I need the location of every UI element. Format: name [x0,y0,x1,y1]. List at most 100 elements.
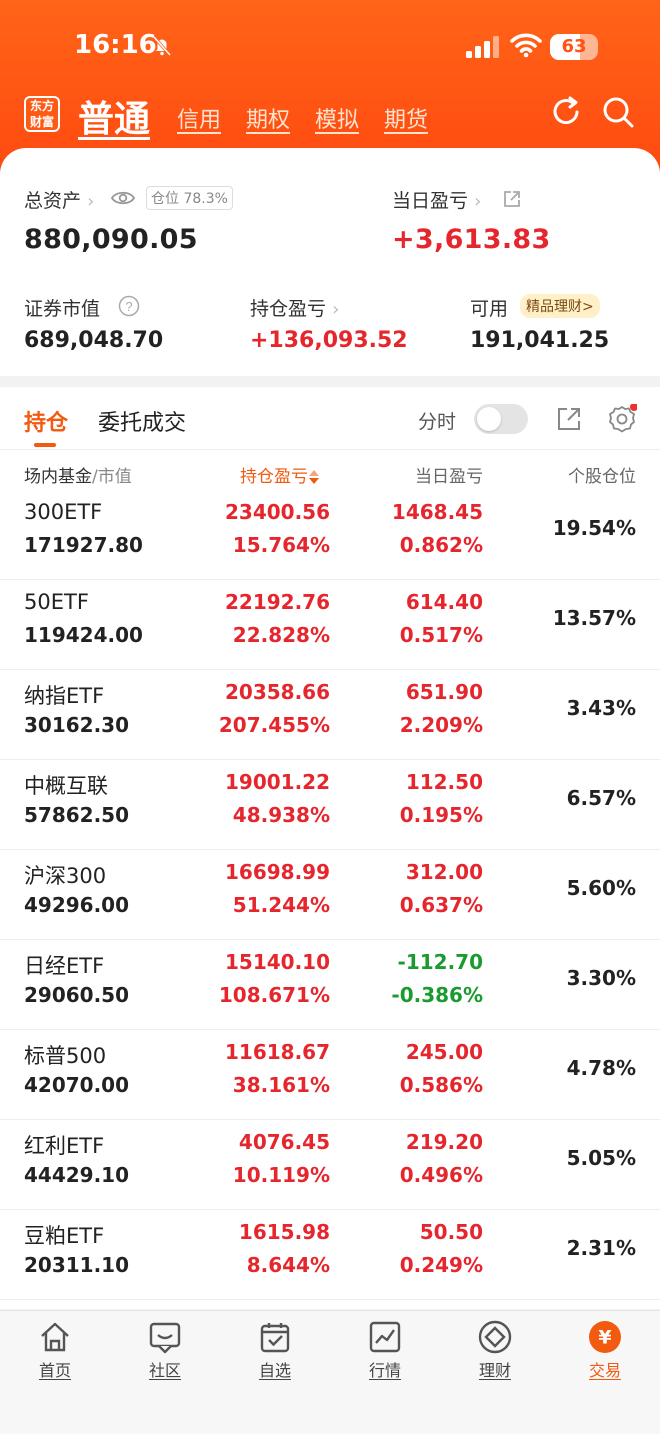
holding-pl-pct: 22.828% [232,623,330,647]
daily-pl-pct: 0.496% [399,1163,483,1187]
holding-pl: 16698.99 [224,860,330,884]
refresh-icon[interactable] [548,94,584,134]
bottom-tab-wealth[interactable]: 理财 [440,1319,550,1389]
bottom-tab-market[interactable]: 行情 [330,1319,440,1389]
fund-market-value: 20311.10 [24,1253,130,1277]
bottom-tab-watchlist[interactable]: 自选 [220,1319,330,1389]
status-bar: 16:16 63 [0,0,660,90]
available-value: 191,041.25 [470,328,610,353]
trade-icon: ¥ [589,1321,621,1353]
holding-pl: 22192.76 [224,590,330,614]
fund-name: 标普500 [24,1044,107,1068]
time-share-label: 分时 [418,411,457,433]
svg-text:¥: ¥ [598,1327,611,1349]
holding-pl-pct: 51.244% [232,893,330,917]
fund-name: 日经ETF [24,954,105,978]
holding-pl: 1615.98 [238,1220,330,1244]
daily-pl: 651.90 [405,680,483,704]
status-time: 16:16 [74,30,157,60]
tab-options[interactable]: 期权 [246,102,290,134]
holding-pl: 19001.22 [224,770,330,794]
market-value-label: 证券市值 [24,298,101,320]
holding-pl-pct: 207.455% [218,713,330,737]
daily-pl: 50.50 [419,1220,483,1244]
community-icon [149,1322,181,1354]
holding-row[interactable]: 50ETF 119424.00 22192.76 22.828% 614.40 0.517… [0,580,660,670]
fund-name: 50ETF [24,590,89,614]
fund-market-value: 42070.00 [24,1073,130,1097]
holding-row[interactable]: 纳指ETF 30162.30 20358.66 207.455% 651.90 2.209… [0,670,660,760]
position-weight: 5.05% [566,1146,636,1170]
total-assets-value: 880,090.05 [24,224,198,255]
col-header-name: 场内基金/市值 [24,467,132,487]
holding-row[interactable]: 日经ETF 29060.50 15140.10 108.671% -112.70 -0.3… [0,940,660,1030]
holding-row[interactable]: 沪深300 49296.00 16698.99 51.244% 312.00 0.637%… [0,850,660,940]
tab-futures[interactable]: 期货 [384,102,428,134]
fund-name: 豆粕ETF [24,1224,105,1248]
daily-pl: 219.20 [405,1130,483,1154]
bottom-tab-home[interactable]: 首页 [0,1319,110,1389]
fund-market-value: 57862.50 [24,803,130,827]
col-header-daily-pl[interactable]: 当日盈亏 [415,462,483,487]
daily-pl: 245.00 [405,1040,483,1064]
settings-gear-icon[interactable] [607,403,638,438]
position-weight: 3.30% [566,966,636,990]
holding-row[interactable]: 300ETF 171927.80 23400.56 15.764% 1468.45 0.8… [0,490,660,580]
bottom-tab-community[interactable]: 社区 [110,1319,220,1389]
daily-pl: 614.40 [405,590,483,614]
fund-name: 300ETF [24,500,103,524]
daily-pl-pct: 2.209% [399,713,483,737]
holding-pl-pct: 10.119% [232,1163,330,1187]
share-icon[interactable] [502,189,522,213]
tab-orders[interactable]: 委托成交 [98,405,186,437]
daily-pl-pct: 0.586% [399,1073,483,1097]
daily-pl-pct: -0.386% [391,983,483,1007]
holding-pl: 11618.67 [224,1040,330,1064]
fund-name: 中概互联 [24,774,108,798]
col-header-weight[interactable]: 个股仓位 [568,462,636,487]
position-weight: 13.57% [552,606,636,630]
fund-name: 纳指ETF [24,684,105,708]
holding-row[interactable]: 豆粕ETF 20311.10 1615.98 8.644% 50.50 0.249% 2.3… [0,1210,660,1300]
position-weight: 6.57% [566,786,636,810]
position-ratio-badge: 仓位 78.3% [146,186,233,210]
battery-level: 63 [561,36,587,57]
holding-pl-pct: 15.764% [232,533,330,557]
daily-pl-label[interactable]: 当日盈亏 › [392,186,481,213]
position-weight: 2.31% [566,1236,636,1260]
col-header-holding-pl[interactable]: 持仓盈亏 [240,462,320,487]
fund-market-value: 49296.00 [24,893,130,917]
tab-simulation[interactable]: 模拟 [315,102,359,134]
tab-normal[interactable]: 普通 [78,90,150,142]
help-icon[interactable]: ? [118,295,140,321]
wealth-product-badge[interactable]: 精品理财> [520,294,600,318]
holding-row[interactable]: 中概互联 57862.50 19001.22 48.938% 112.50 0.195% 6… [0,760,660,850]
asset-summary: 总资产 › 仓位 78.3% 880,090.05 当日盈亏 › +3,613.… [0,148,660,376]
search-icon[interactable] [600,94,636,134]
holdings-panel: 持仓 委托成交 分时 场内基金/市值 持仓盈亏 当日盈亏 个股仓位 300ETF… [0,387,660,1309]
eastmoney-logo: 东方 财富 [24,96,60,132]
tab-underline [34,443,56,447]
bottom-tab-bar: 首页 社区 自选 行情 理财 ¥ 交易 [0,1310,660,1434]
bottom-tab-trade[interactable]: ¥ 交易 [550,1319,660,1389]
daily-pl: 1468.45 [391,500,483,524]
daily-pl-pct: 0.195% [399,803,483,827]
fund-market-value: 171927.80 [24,533,143,557]
fund-name: 红利ETF [24,1134,105,1158]
holding-row[interactable]: 标普500 42070.00 11618.67 38.161% 245.00 0.586%… [0,1030,660,1120]
expand-icon[interactable] [556,406,582,436]
daily-pl-pct: 0.249% [399,1253,483,1277]
fund-market-value: 30162.30 [24,713,130,737]
time-share-toggle[interactable] [474,404,528,434]
holding-pl-pct: 108.671% [218,983,330,1007]
holding-row[interactable]: 红利ETF 44429.10 4076.45 10.119% 219.20 0.496% 5… [0,1120,660,1210]
holding-pl-pct: 48.938% [232,803,330,827]
total-assets-label[interactable]: 总资产 › [24,186,94,213]
daily-pl: 312.00 [405,860,483,884]
tab-credit[interactable]: 信用 [177,102,221,134]
tab-holdings[interactable]: 持仓 [24,405,68,437]
holding-pl: 23400.56 [224,500,330,524]
holding-pl-label[interactable]: 持仓盈亏 › [250,294,339,321]
eye-icon[interactable] [110,188,136,212]
fund-market-value: 119424.00 [24,623,143,647]
